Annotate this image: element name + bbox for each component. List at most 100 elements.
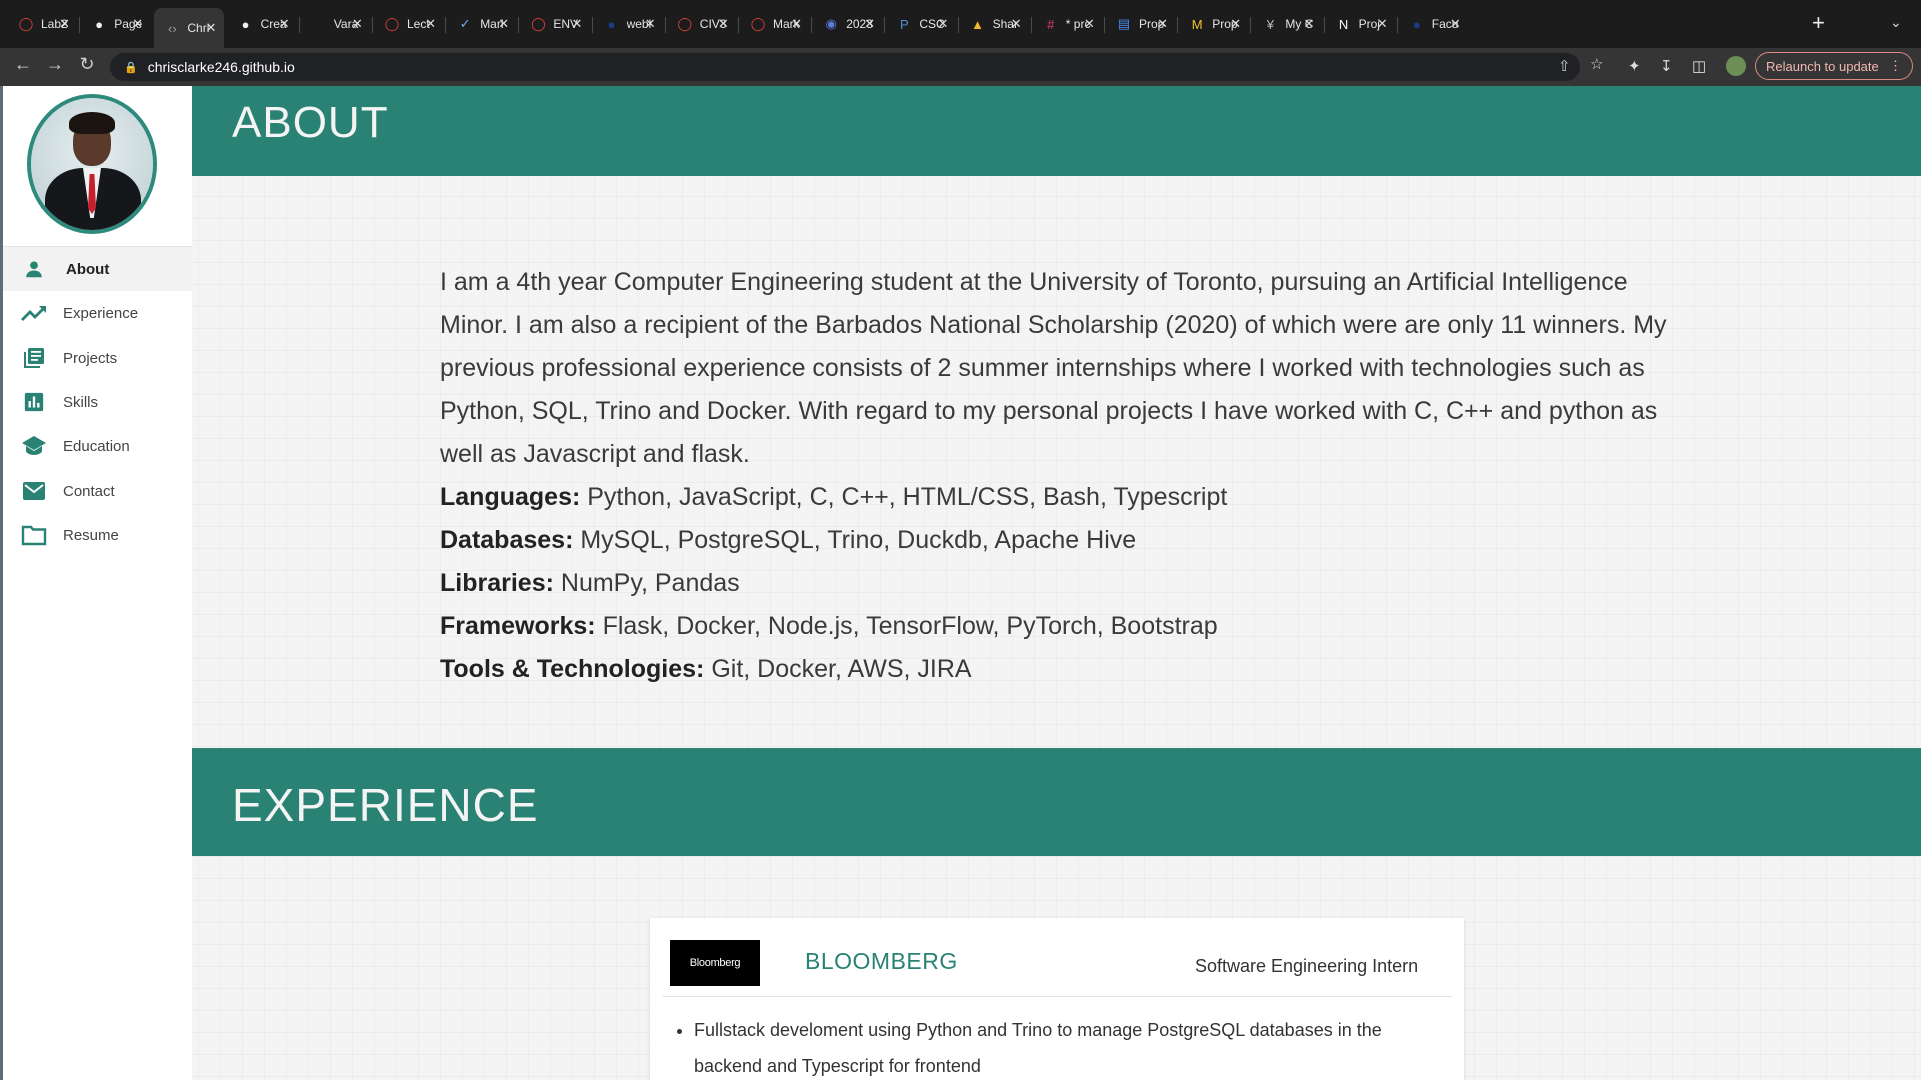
bloomberg-logo: Bloomberg <box>670 940 760 986</box>
mail-icon <box>20 479 48 503</box>
close-tab-icon[interactable]: ✕ <box>1377 16 1388 32</box>
skill-value: Git, Docker, AWS, JIRA <box>711 655 972 683</box>
browser-tab[interactable]: ◯ ENV ✕ <box>520 8 590 40</box>
dark-globe-icon: ● <box>1412 16 1421 32</box>
close-tab-icon[interactable]: ✕ <box>1084 16 1095 32</box>
side-panel-icon[interactable]: ◫ <box>1692 57 1706 75</box>
browser-tab[interactable]: Vara ✕ <box>301 8 371 40</box>
browser-tab[interactable]: P CSC ✕ <box>886 8 956 40</box>
address-bar[interactable]: 🔒 chrisclarke246.github.io ⇧ <box>110 53 1580 81</box>
sidebar-item-label: About <box>66 260 110 278</box>
browser-tab[interactable]: ▤ Prop ✕ <box>1106 8 1176 40</box>
new-tab-icon[interactable]: + <box>1812 10 1825 36</box>
browser-tab[interactable]: ‹› Chri ✕ <box>154 8 225 48</box>
n-icon: ¥ <box>1266 16 1274 32</box>
close-tab-icon[interactable]: ✕ <box>205 20 216 36</box>
tab-separator <box>1030 17 1032 33</box>
browser-tab[interactable]: ● Crea ✕ <box>228 8 298 40</box>
close-tab-icon[interactable]: ✕ <box>1157 16 1168 32</box>
sidebar-item-contact[interactable]: Contact <box>3 469 192 513</box>
skill-label: Libraries: <box>440 569 554 597</box>
library-books-icon <box>20 346 48 370</box>
browser-tab[interactable]: ▲ Shar ✕ <box>960 8 1030 40</box>
about-header-band: ABOUT <box>192 86 1921 176</box>
skill-row-databases: Databases: MySQL, PostgreSQL, Trino, Duc… <box>440 519 1680 562</box>
extensions-icon[interactable]: ✦ <box>1628 57 1641 75</box>
p-icon: P <box>900 16 909 32</box>
skill-row-libraries: Libraries: NumPy, Pandas <box>440 562 1680 605</box>
download-icon[interactable]: ↧ <box>1660 57 1673 75</box>
bookmark-star-icon[interactable]: ☆ <box>1590 55 1603 73</box>
skill-value: MySQL, PostgreSQL, Trino, Duckdb, Apache… <box>580 526 1137 554</box>
browser-tab[interactable]: ◯ Lect ✕ <box>374 8 444 40</box>
close-tab-icon[interactable]: ✕ <box>571 16 582 32</box>
browser-tab[interactable]: ◯ CIV3 ✕ <box>667 8 737 40</box>
skill-value: Flask, Docker, Node.js, TensorFlow, PyTo… <box>602 612 1218 640</box>
browser-tab[interactable]: ◯ Mark ✕ <box>740 8 810 40</box>
sidebar-item-skills[interactable]: Skills <box>3 380 192 424</box>
about-heading: ABOUT <box>232 98 389 147</box>
tab-separator <box>1104 17 1105 33</box>
close-tab-icon[interactable]: ✕ <box>937 16 948 32</box>
sidebar-item-experience[interactable]: Experience <box>3 291 192 335</box>
tab-separator <box>445 17 447 33</box>
close-tab-icon[interactable]: ✕ <box>132 16 143 32</box>
browser-tab[interactable]: ✓ Marl ✕ <box>447 8 517 40</box>
sidebar-item-label: Experience <box>63 304 139 322</box>
close-tab-icon[interactable]: ✕ <box>718 16 729 32</box>
browser-tab[interactable]: # * prc ✕ <box>1033 8 1103 40</box>
close-tab-icon[interactable]: ✕ <box>1450 16 1461 32</box>
close-tab-icon[interactable]: ✕ <box>1303 16 1314 32</box>
browser-toolbar: ← → ↻ 🔒 chrisclarke246.github.io ⇧ ☆ ✦ ↧… <box>0 48 1921 86</box>
sidebar-item-about[interactable]: About <box>3 247 192 291</box>
browser-tab[interactable]: N Proj ✕ <box>1326 8 1396 40</box>
tab-separator <box>298 17 300 33</box>
tab-search-chevron-icon[interactable]: ⌄ <box>1890 14 1902 31</box>
sidebar-item-label: Education <box>63 437 130 455</box>
tab-separator <box>518 17 520 33</box>
tab-separator <box>1250 17 1252 33</box>
tab-separator <box>811 17 813 33</box>
browser-tab[interactable]: ◉ 2023 ✕ <box>813 8 883 40</box>
dark-globe-icon: ● <box>607 16 616 32</box>
red-ring-icon: ◯ <box>531 16 546 31</box>
blank-icon <box>311 16 327 32</box>
close-tab-icon[interactable]: ✕ <box>645 16 656 32</box>
check-icon: ✓ <box>459 16 471 31</box>
close-tab-icon[interactable]: ✕ <box>59 16 70 32</box>
folder-icon <box>20 523 48 547</box>
close-tab-icon[interactable]: ✕ <box>1011 16 1022 32</box>
forward-arrow-icon[interactable]: → <box>42 54 68 75</box>
sidebar-item-label: Contact <box>63 482 115 500</box>
browser-tab[interactable]: M Prop ✕ <box>1179 8 1249 40</box>
close-tab-icon[interactable]: ✕ <box>498 16 509 32</box>
sidebar-item-resume[interactable]: Resume <box>3 513 192 557</box>
close-tab-icon[interactable]: ✕ <box>791 16 802 32</box>
sidebar-item-projects[interactable]: Projects <box>3 336 192 380</box>
relaunch-button[interactable]: Relaunch to update ⋮ <box>1755 52 1913 80</box>
close-tab-icon[interactable]: ✕ <box>425 16 436 32</box>
skill-label: Frameworks: <box>440 612 596 640</box>
experience-heading: EXPERIENCE <box>232 779 539 831</box>
sidebar-item-education[interactable]: Education <box>3 424 192 468</box>
red-ring-icon: ◯ <box>677 16 693 31</box>
browser-tab[interactable]: ● webl ✕ <box>594 8 664 40</box>
reload-icon[interactable]: ↻ <box>74 54 100 75</box>
tab-separator <box>79 17 81 33</box>
profile-avatar-icon[interactable] <box>1726 56 1746 76</box>
back-arrow-icon[interactable]: ← <box>10 54 36 75</box>
close-tab-icon[interactable]: ✕ <box>864 16 875 32</box>
code-icon: ‹› <box>168 20 177 36</box>
share-icon[interactable]: ⇧ <box>1558 57 1571 75</box>
close-tab-icon[interactable]: ✕ <box>1230 16 1241 32</box>
browser-tab[interactable]: ● Page ✕ <box>81 8 151 40</box>
close-tab-icon[interactable]: ✕ <box>279 16 290 32</box>
browser-tab[interactable]: ◯ Lab2 ✕ <box>8 8 78 40</box>
github-icon: ● <box>241 16 250 32</box>
tab-separator <box>1323 17 1325 33</box>
close-tab-icon[interactable]: ✕ <box>352 16 363 32</box>
tab-separator <box>957 17 959 33</box>
browser-tab[interactable]: ¥ My C ✕ <box>1252 8 1322 40</box>
browser-tab[interactable]: ● Facu ✕ <box>1399 8 1469 40</box>
red-ring-icon: ◯ <box>750 16 766 31</box>
